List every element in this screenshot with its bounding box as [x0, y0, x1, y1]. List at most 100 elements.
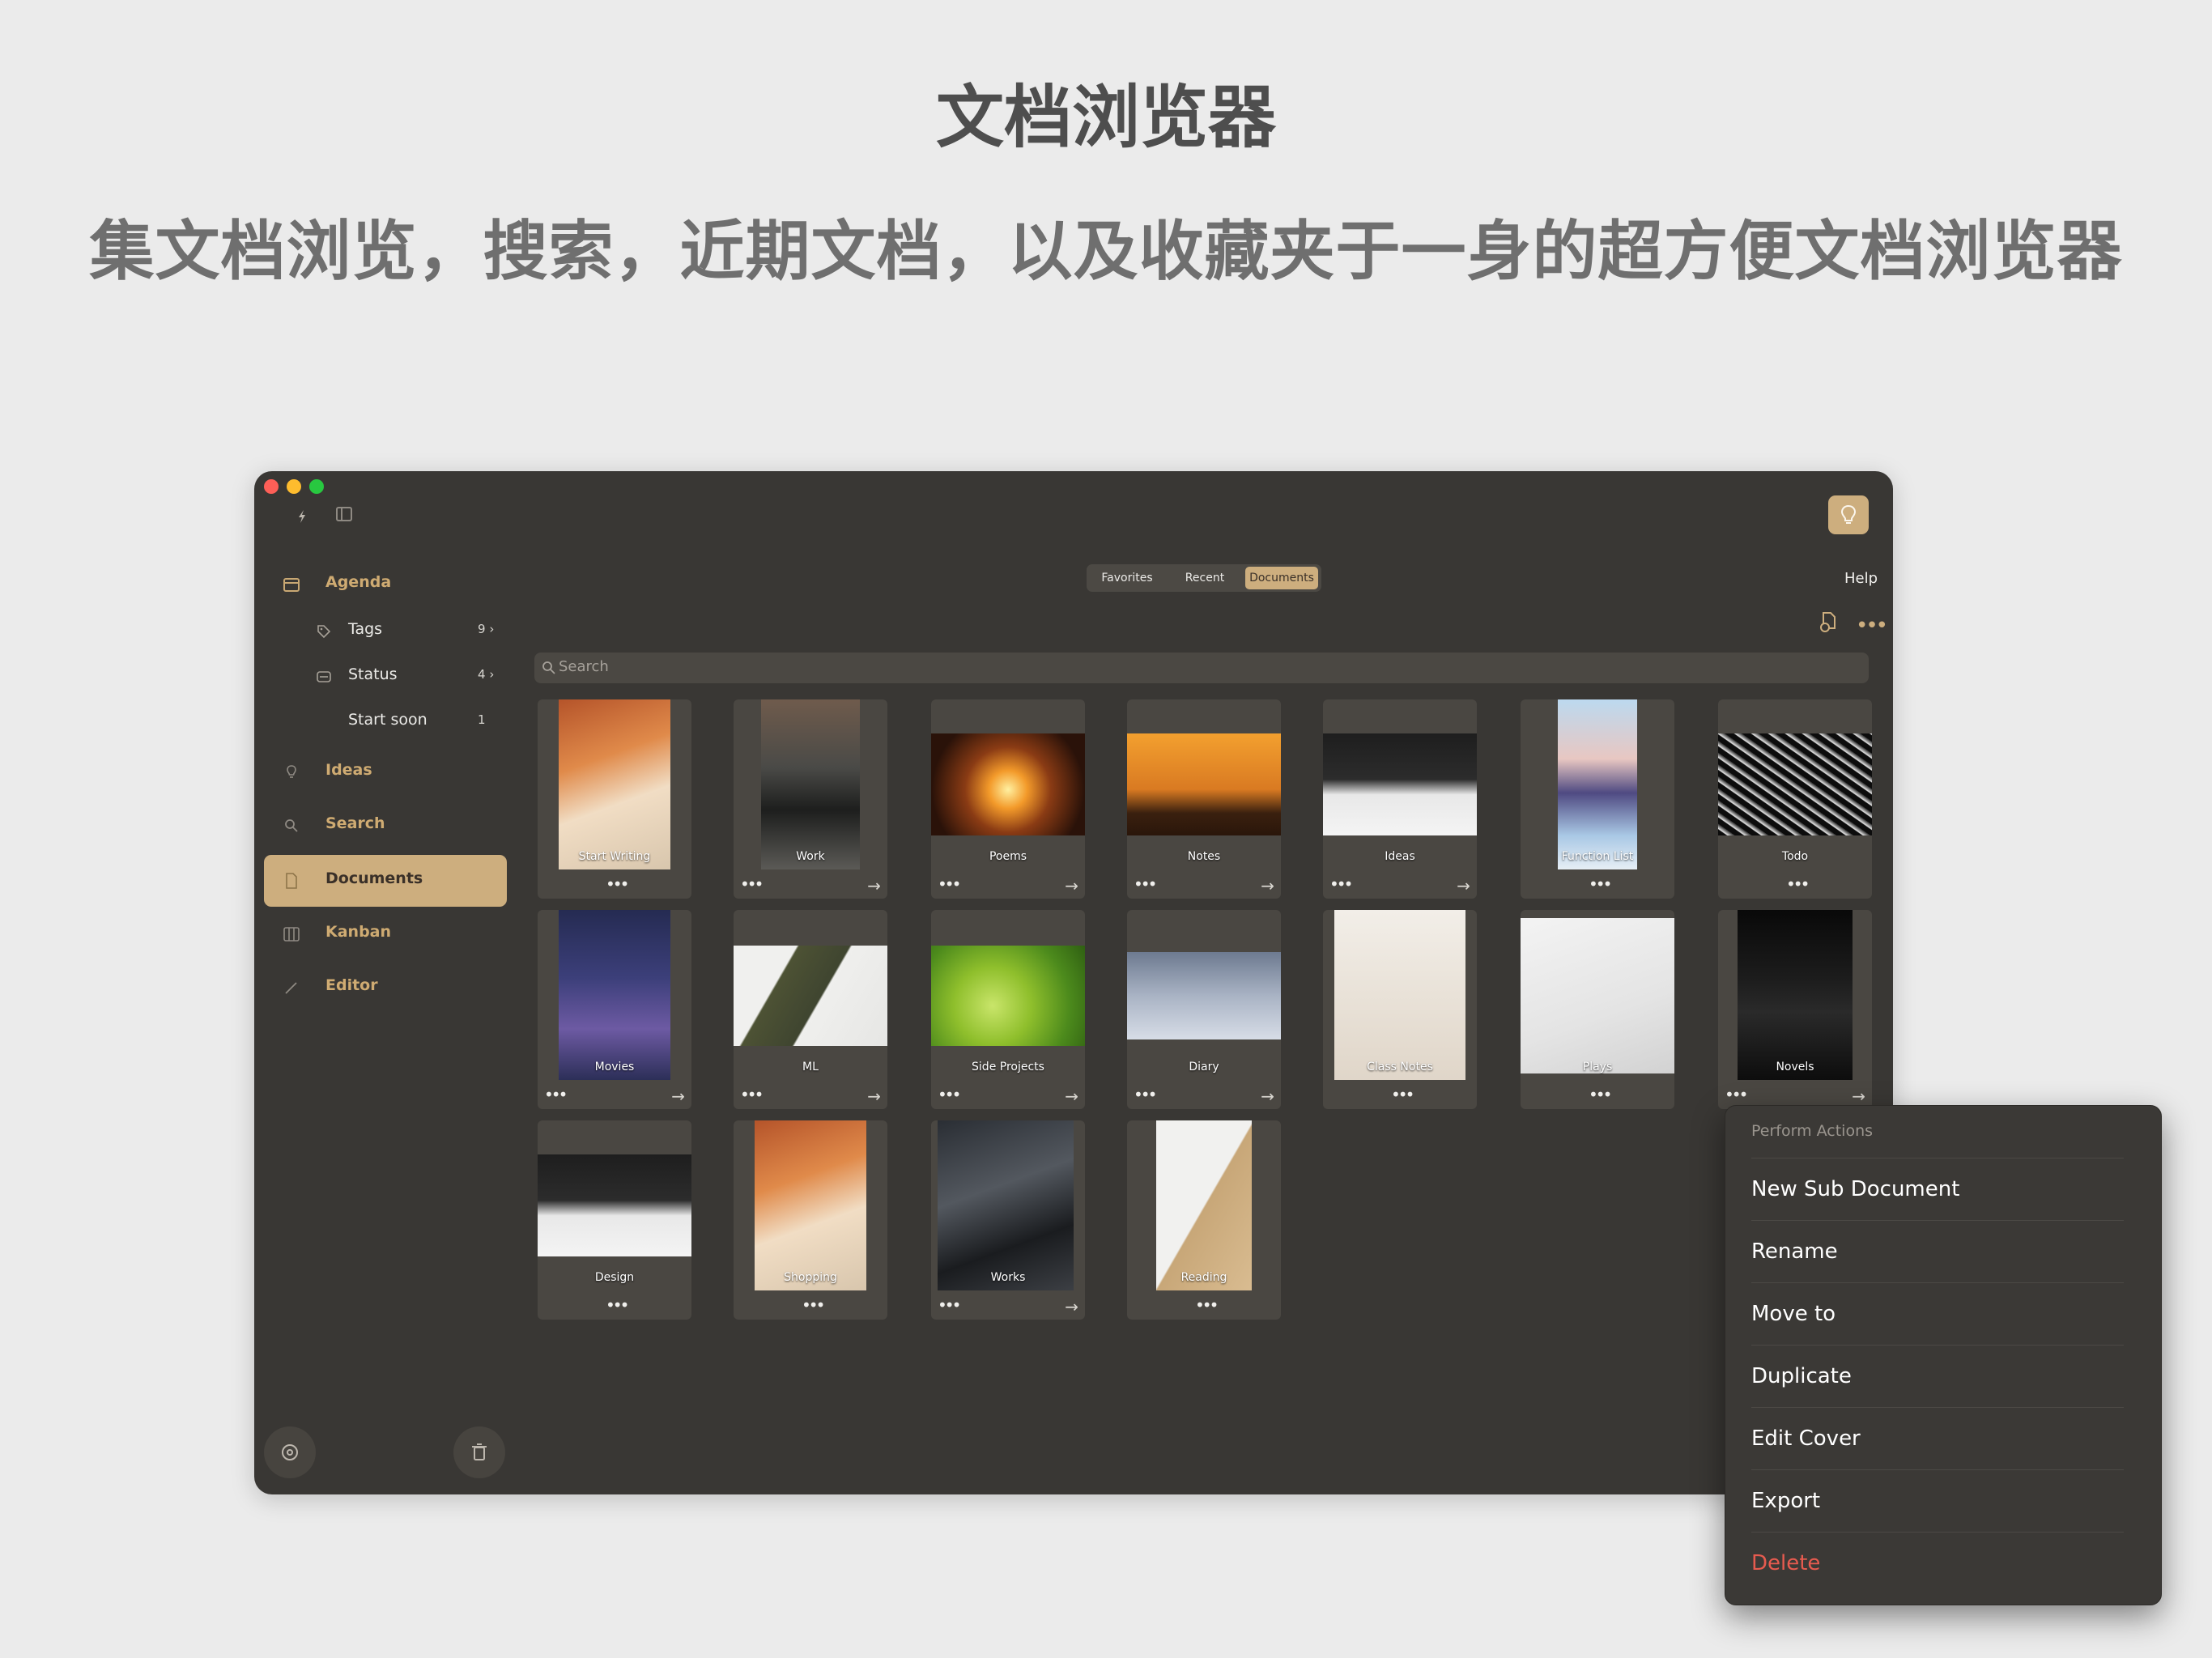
- document-card[interactable]: Works ••• →: [931, 1120, 1085, 1320]
- window-close-button[interactable]: [264, 479, 279, 494]
- document-card[interactable]: Class Notes •••: [1323, 910, 1477, 1109]
- more-icon[interactable]: •••: [1134, 1085, 1157, 1104]
- tab-recent[interactable]: Recent: [1168, 567, 1242, 589]
- sidebar-item-search[interactable]: Search: [254, 800, 513, 852]
- more-icon[interactable]: •••: [1195, 1295, 1219, 1315]
- document-title: Design: [594, 1271, 635, 1284]
- more-icon[interactable]: •••: [938, 874, 961, 894]
- document-card[interactable]: ML ••• →: [734, 910, 887, 1109]
- more-icon[interactable]: •••: [1391, 1085, 1414, 1104]
- more-icon[interactable]: •••: [740, 1085, 764, 1104]
- menu-item-duplicate[interactable]: Duplicate: [1751, 1345, 2124, 1407]
- document-card[interactable]: Function List •••: [1521, 699, 1674, 899]
- document-card[interactable]: Movies ••• →: [538, 910, 691, 1109]
- more-icon[interactable]: •••: [1786, 874, 1810, 894]
- document-card[interactable]: Start Writing •••: [538, 699, 691, 899]
- new-document-icon[interactable]: [1819, 610, 1840, 637]
- document-card[interactable]: Notes ••• →: [1127, 699, 1281, 899]
- menu-item-delete[interactable]: Delete: [1751, 1532, 2124, 1594]
- sidebar-item-label: Tags: [348, 620, 383, 638]
- window-minimize-button[interactable]: [287, 479, 301, 494]
- document-title: Class Notes: [1367, 1061, 1433, 1073]
- document-cover: [1558, 699, 1637, 869]
- tags-count-badge: 9 ›: [478, 622, 495, 636]
- arrow-right-icon[interactable]: →: [1065, 1297, 1078, 1316]
- lightbulb-button[interactable]: [1828, 495, 1869, 534]
- sidebar-item-start-soon[interactable]: Start soon 1: [254, 696, 513, 748]
- document-card[interactable]: Shopping •••: [734, 1120, 887, 1320]
- arrow-right-icon[interactable]: →: [1065, 876, 1078, 895]
- more-options-icon[interactable]: •••: [1856, 615, 1888, 636]
- tab-documents[interactable]: Documents: [1245, 567, 1318, 589]
- status-icon: [317, 671, 331, 682]
- document-icon: [286, 873, 297, 889]
- more-icon[interactable]: •••: [1725, 1085, 1748, 1104]
- arrow-right-icon[interactable]: →: [1065, 1086, 1078, 1106]
- document-card[interactable]: Poems ••• →: [931, 699, 1085, 899]
- document-cover: [931, 946, 1085, 1046]
- document-card[interactable]: Ideas ••• →: [1323, 699, 1477, 899]
- document-card[interactable]: Todo •••: [1718, 699, 1872, 899]
- help-link[interactable]: Help: [1844, 570, 1878, 587]
- arrow-right-icon[interactable]: →: [671, 1086, 685, 1106]
- more-icon[interactable]: •••: [606, 1295, 629, 1315]
- document-cover: [938, 1120, 1074, 1290]
- search-field[interactable]: Search: [534, 653, 1869, 683]
- arrow-right-icon[interactable]: →: [867, 1086, 881, 1106]
- toggle-sidebar-icon[interactable]: [335, 505, 353, 527]
- menu-item-move-to[interactable]: Move to: [1751, 1282, 2124, 1345]
- document-cover: [1718, 733, 1872, 835]
- sidebar-item-status[interactable]: Status 4 ›: [254, 651, 513, 703]
- status-count-badge: 4 ›: [478, 667, 495, 682]
- document-card[interactable]: Plays •••: [1521, 910, 1674, 1109]
- sidebar-item-agenda[interactable]: Agenda: [254, 559, 513, 610]
- sidebar-item-tags[interactable]: Tags 9 ›: [254, 606, 513, 657]
- card-action-bar: ••• →: [1127, 871, 1281, 899]
- document-card[interactable]: Side Projects ••• →: [931, 910, 1085, 1109]
- lightbulb-icon: [287, 765, 296, 778]
- arrow-right-icon[interactable]: →: [1261, 1086, 1274, 1106]
- document-card[interactable]: Novels ••• →: [1718, 910, 1872, 1109]
- search-placeholder: Search: [559, 658, 609, 675]
- more-icon[interactable]: •••: [1589, 1085, 1612, 1104]
- menu-item-export[interactable]: Export: [1751, 1469, 2124, 1532]
- card-action-bar: •••: [1521, 871, 1674, 899]
- arrow-right-icon[interactable]: →: [867, 876, 881, 895]
- arrow-right-icon[interactable]: →: [1852, 1086, 1865, 1106]
- card-action-bar: ••• →: [734, 871, 887, 899]
- menu-item-edit-cover[interactable]: Edit Cover: [1751, 1407, 2124, 1469]
- more-icon[interactable]: •••: [802, 1295, 825, 1315]
- more-icon[interactable]: •••: [1134, 874, 1157, 894]
- more-icon[interactable]: •••: [544, 1085, 568, 1104]
- trash-button[interactable]: [453, 1426, 505, 1478]
- document-card[interactable]: Design •••: [538, 1120, 691, 1320]
- app-logo-icon: [295, 508, 309, 529]
- settings-button[interactable]: [264, 1426, 316, 1478]
- arrow-right-icon[interactable]: →: [1457, 876, 1470, 895]
- window-maximize-button[interactable]: [309, 479, 324, 494]
- more-icon[interactable]: •••: [606, 874, 629, 894]
- more-icon[interactable]: •••: [1589, 874, 1612, 894]
- menu-item-rename[interactable]: Rename: [1751, 1220, 2124, 1282]
- document-card[interactable]: Reading •••: [1127, 1120, 1281, 1320]
- kanban-icon: [283, 927, 300, 942]
- document-cover: [1156, 1120, 1252, 1290]
- tab-favorites[interactable]: Favorites: [1090, 567, 1164, 589]
- document-card[interactable]: Work ••• →: [734, 699, 887, 899]
- more-icon[interactable]: •••: [938, 1085, 961, 1104]
- sidebar-item-editor[interactable]: Editor: [254, 962, 513, 1014]
- sidebar-item-documents[interactable]: Documents: [264, 855, 507, 907]
- card-action-bar: •••: [1521, 1082, 1674, 1109]
- lightbulb-icon: [1840, 504, 1857, 524]
- document-title: Works: [990, 1271, 1026, 1284]
- sidebar-item-ideas[interactable]: Ideas: [254, 746, 513, 798]
- document-cover: [1127, 733, 1281, 835]
- arrow-right-icon[interactable]: →: [1261, 876, 1274, 895]
- more-icon[interactable]: •••: [938, 1295, 961, 1315]
- document-card[interactable]: Diary ••• →: [1127, 910, 1281, 1109]
- more-icon[interactable]: •••: [1329, 874, 1353, 894]
- more-icon[interactable]: •••: [740, 874, 764, 894]
- menu-item-new-sub-document[interactable]: New Sub Document: [1751, 1158, 2124, 1220]
- sidebar-item-kanban[interactable]: Kanban: [254, 908, 513, 960]
- trash-icon: [472, 1443, 487, 1460]
